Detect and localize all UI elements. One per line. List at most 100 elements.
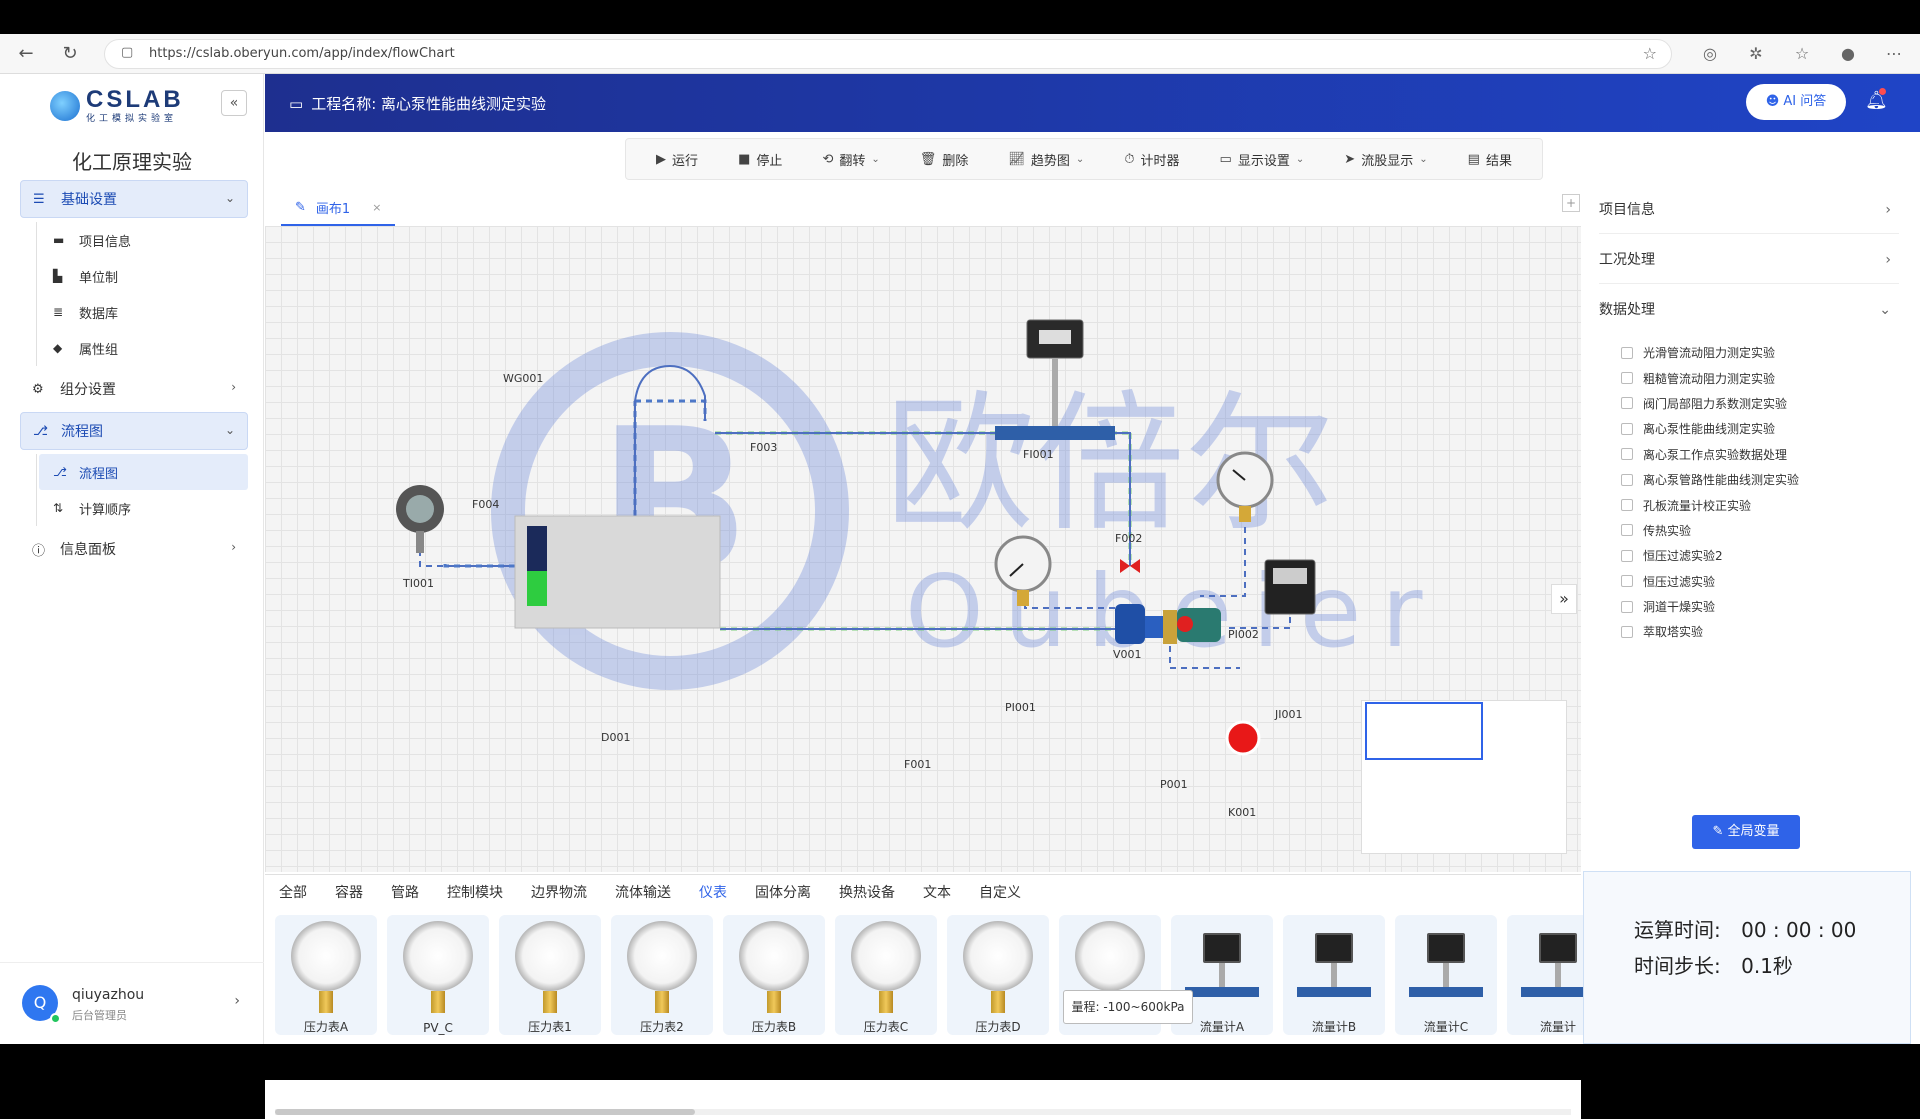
stream-display-button[interactable]: ➤ 流股显示 ⌄ — [1344, 150, 1427, 169]
palette-tab[interactable]: 仪表 — [685, 875, 741, 911]
palette-item-flowmeter[interactable]: 流量计B — [1283, 915, 1385, 1035]
menu-group-flowchart[interactable]: ⎇ 流程图 ⌄ — [20, 412, 248, 450]
address-bar[interactable]: ▢ https://cslab.oberyun.com/app/index/fl… — [104, 39, 1672, 69]
palette-item-pressure-gauge[interactable]: 压力表B — [723, 915, 825, 1035]
palette-tab[interactable]: 自定义 — [965, 875, 1035, 911]
more-icon[interactable]: ⋯ — [1882, 42, 1906, 66]
sidebar-item-flowchart[interactable]: ⎇ 流程图 — [39, 454, 248, 490]
temperature-sensor-ti001[interactable] — [396, 485, 444, 553]
palette-item-pressure-gauge[interactable]: 压力表C — [835, 915, 937, 1035]
palette-tab[interactable]: 控制模块 — [433, 875, 517, 911]
tab-canvas-1[interactable]: ✎ 画布1 × — [281, 190, 396, 226]
palette-tab[interactable]: 管路 — [377, 875, 433, 911]
checkbox[interactable] — [1621, 372, 1633, 385]
palette-tab[interactable]: 文本 — [909, 875, 965, 911]
section-data-processing[interactable]: 数据处理 ⌄ — [1599, 286, 1899, 334]
flowmeter-icon — [1315, 933, 1353, 963]
label-pi002: PI002 — [1228, 628, 1259, 641]
checkbox[interactable] — [1621, 499, 1633, 512]
menu-group-component-settings[interactable]: ⚙ 组分设置 › — [20, 370, 248, 408]
section-conditions[interactable]: 工况处理 › — [1599, 236, 1899, 284]
collapse-sidebar-button[interactable]: « — [221, 90, 247, 116]
experiment-checkbox-item[interactable]: 离心泵性能曲线测定实验 — [1621, 416, 1799, 441]
global-variables-button[interactable]: ✎ 全局变量 — [1692, 815, 1800, 849]
sidebar-item-calc-order[interactable]: ⇅ 计算顺序 — [39, 490, 248, 526]
palette-tab[interactable]: 换热设备 — [825, 875, 909, 911]
flip-button[interactable]: ⟲ 翻转 ⌄ — [822, 150, 879, 169]
palette-item-flowmeter[interactable]: 流量计C — [1395, 915, 1497, 1035]
palette-item-pressure-gauge[interactable]: 压力表D — [947, 915, 1049, 1035]
user-card[interactable]: Q qiuyazhou 后台管理员 › — [0, 962, 264, 1044]
checkbox[interactable] — [1621, 448, 1633, 461]
experiment-checkbox-item[interactable]: 孔板流量计校正实验 — [1621, 492, 1799, 517]
delete-button[interactable]: 🗑︎ 删除 — [920, 150, 969, 169]
experiment-checkbox-item[interactable]: 传热实验 — [1621, 518, 1799, 543]
experiment-checkbox-item[interactable]: 离心泵工作点实验数据处理 — [1621, 442, 1799, 467]
checkbox[interactable] — [1621, 473, 1633, 486]
menu-group-basic-settings[interactable]: ☰ 基础设置 ⌄ — [20, 180, 248, 218]
palette-tab[interactable]: 容器 — [321, 875, 377, 911]
result-button[interactable]: ▤ 结果 — [1468, 150, 1512, 169]
palette-item-pressure-gauge[interactable]: PV_C — [387, 915, 489, 1035]
run-button[interactable]: ▶ 运行 — [656, 150, 698, 169]
back-icon[interactable]: ← — [14, 42, 38, 66]
minimap-viewport[interactable] — [1365, 702, 1483, 760]
reload-icon[interactable]: ↻ — [58, 42, 82, 66]
favorite-star-icon[interactable]: ☆ — [1643, 44, 1657, 63]
trend-button[interactable]: 📈︎ 趋势图 ⌄ — [1008, 150, 1084, 169]
palette-item-label: 压力表D — [975, 1020, 1021, 1034]
sidebar-item-project-info[interactable]: ▬ 项目信息 — [39, 222, 248, 258]
palette-item-pressure-gauge[interactable]: 压力表2 — [611, 915, 713, 1035]
checkbox[interactable] — [1621, 625, 1633, 638]
checkbox[interactable] — [1621, 575, 1633, 588]
gauge-stem — [543, 991, 557, 1013]
checkbox[interactable] — [1621, 549, 1633, 562]
experiment-checkbox-item[interactable]: 离心泵管路性能曲线测定实验 — [1621, 467, 1799, 492]
minimap[interactable] — [1361, 700, 1567, 854]
flowmeter-icon — [1539, 933, 1577, 963]
flowmeter-stem — [1052, 358, 1058, 428]
palette-item-pressure-gauge[interactable]: 压力表1 — [499, 915, 601, 1035]
palette-tab[interactable]: 边界物流 — [517, 875, 601, 911]
expand-right-panel-button[interactable]: » — [1551, 584, 1577, 614]
sidebar-item-database[interactable]: ≣ 数据库 — [39, 294, 248, 330]
tank-d001[interactable] — [514, 515, 721, 629]
sidebar-item-units[interactable]: ▙ 单位制 — [39, 258, 248, 294]
checkbox[interactable] — [1621, 422, 1633, 435]
experiment-checkbox-item[interactable]: 萃取塔实验 — [1621, 619, 1799, 644]
puzzle-icon[interactable]: ✲ — [1744, 42, 1768, 66]
experiment-checkbox-item[interactable]: 恒压过滤实验 — [1621, 569, 1799, 594]
switch-k001[interactable] — [1225, 720, 1261, 756]
extension-icon[interactable]: ◎ — [1698, 42, 1722, 66]
robot-icon: ☻ — [1765, 94, 1784, 109]
section-project-info[interactable]: 项目信息 › — [1599, 186, 1899, 234]
pump-p001[interactable] — [1115, 604, 1221, 644]
checkbox[interactable] — [1621, 524, 1633, 537]
display-settings-button[interactable]: ▭ 显示设置 ⌄ — [1220, 150, 1305, 169]
checkbox[interactable] — [1621, 346, 1633, 359]
site-info-icon[interactable]: ▢ — [121, 45, 133, 60]
palette-tab[interactable]: 全部 — [265, 875, 321, 911]
checkbox[interactable] — [1621, 397, 1633, 410]
menu-group-info-panel[interactable]: ⓘ 信息面板 › — [20, 530, 248, 568]
sidebar-item-property-group[interactable]: ◆ 属性组 — [39, 330, 248, 366]
folder-open-icon: ▭ — [289, 95, 304, 113]
power-meter-ji001[interactable] — [1264, 559, 1316, 615]
experiment-checkbox-item[interactable]: 粗糙管流动阻力测定实验 — [1621, 365, 1799, 390]
experiment-checkbox-item[interactable]: 光滑管流动阻力测定实验 — [1621, 340, 1799, 365]
add-tab-button[interactable]: + — [1562, 194, 1580, 212]
palette-scrollbar-thumb[interactable] — [275, 1109, 695, 1115]
experiment-checkbox-item[interactable]: 阀门局部阻力系数测定实验 — [1621, 391, 1799, 416]
palette-tab[interactable]: 固体分离 — [741, 875, 825, 911]
palette-tab[interactable]: 流体输送 — [601, 875, 685, 911]
experiment-checkbox-item[interactable]: 洞道干燥实验 — [1621, 594, 1799, 619]
experiment-checkbox-item[interactable]: 恒压过滤实验2 — [1621, 543, 1799, 568]
stop-button[interactable]: ■ 停止 — [738, 150, 782, 169]
favorites-icon[interactable]: ☆ — [1790, 42, 1814, 66]
close-icon[interactable]: × — [372, 201, 381, 214]
checkbox[interactable] — [1621, 600, 1633, 613]
palette-item-pressure-gauge[interactable]: 压力表A — [275, 915, 377, 1035]
timer-button[interactable]: ⏱︎ 计时器 — [1124, 150, 1179, 169]
profile-icon[interactable]: ● — [1836, 42, 1860, 66]
ai-qa-button[interactable]: ☻ AI 问答 — [1746, 84, 1846, 120]
